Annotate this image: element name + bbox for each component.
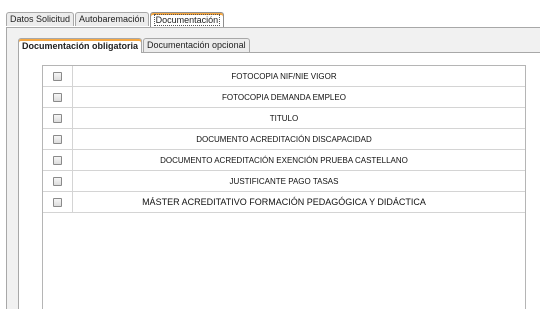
outer-tab-bar: Datos Solicitud Autobaremación Documenta… [6,11,225,27]
checkbox-cell [43,129,73,149]
document-checkbox[interactable] [53,155,62,165]
document-label: DOCUMENTO ACREDITACIÓN DISCAPACIDAD [196,134,372,144]
checkbox-cell [43,150,73,170]
checkbox-cell [43,171,73,191]
document-label: DOCUMENTO ACREDITACIÓN EXENCIÓN PRUEBA C… [160,155,408,165]
document-label: MÁSTER ACREDITATIVO FORMACIÓN PEDAGÓGICA… [142,197,426,207]
tab-datos-solicitud[interactable]: Datos Solicitud [6,12,75,26]
document-row: FOTOCOPIA NIF/NIE VIGOR [43,66,525,87]
checkbox-cell [43,108,73,128]
document-checkbox[interactable] [53,176,62,186]
checkbox-cell [43,192,73,212]
document-label: FOTOCOPIA DEMANDA EMPLEO [222,92,346,102]
document-checkbox[interactable] [53,71,62,81]
document-checkbox[interactable] [53,197,62,207]
document-checkbox[interactable] [53,92,62,102]
document-row: FOTOCOPIA DEMANDA EMPLEO [43,87,525,108]
tab-documentacion-label: Documentación [153,14,221,26]
tab-autobaremacion[interactable]: Autobaremación [75,12,149,26]
document-row: JUSTIFICANTE PAGO TASAS [43,171,525,192]
document-row: DOCUMENTO ACREDITACIÓN DISCAPACIDAD [43,129,525,150]
document-row: TITULO [43,108,525,129]
document-label: TITULO [269,113,299,123]
document-row: MÁSTER ACREDITATIVO FORMACIÓN PEDAGÓGICA… [43,192,525,213]
tab-documentacion-opcional[interactable]: Documentación opcional [143,38,250,52]
checkbox-cell [43,87,73,107]
inner-tab-bar: Documentación obligatoria Documentación … [18,37,251,53]
document-row: DOCUMENTO ACREDITACIÓN EXENCIÓN PRUEBA C… [43,150,525,171]
tab-documentacion[interactable]: Documentación [149,12,225,27]
document-list: FOTOCOPIA NIF/NIE VIGOR FOTOCOPIA DEMAND… [42,65,526,309]
checkbox-cell [43,66,73,86]
document-checkbox[interactable] [53,134,62,144]
document-label: FOTOCOPIA NIF/NIE VIGOR [231,71,337,81]
tab-documentacion-obligatoria[interactable]: Documentación obligatoria [18,38,143,53]
document-label: JUSTIFICANTE PAGO TASAS [229,176,339,186]
document-checkbox[interactable] [53,113,62,123]
